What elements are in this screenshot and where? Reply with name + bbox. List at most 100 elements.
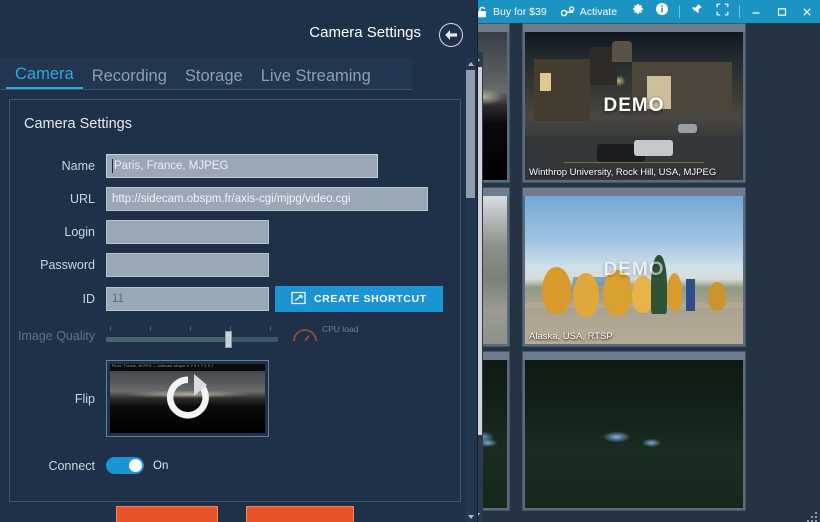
toolbar-divider-1: [678, 5, 680, 18]
url-input[interactable]: http://sidecam.obspm.fr/axis-cgi/mjpg/vi…: [106, 187, 428, 211]
back-button[interactable]: [439, 23, 463, 47]
url-label: URL: [69, 192, 95, 206]
flip-preview[interactable]: Paris, France, MJPEG — sidecam.obspm.fr …: [106, 360, 269, 437]
settings-panel: Camera Settings Name Paris, France, MJPE…: [9, 99, 461, 502]
info-icon: [655, 2, 669, 21]
tab-live-streaming[interactable]: Live Streaming: [252, 67, 380, 90]
slider-track: [106, 337, 278, 342]
id-value: 11: [112, 293, 124, 305]
id-input[interactable]: 11: [106, 287, 269, 311]
demo-watermark: DEMO: [603, 259, 665, 280]
camera-feed: DEMO Alaska, USA, RTSP: [525, 196, 743, 344]
chevron-up-icon: [467, 61, 474, 66]
close-icon: [803, 7, 811, 16]
id-label: ID: [82, 292, 96, 306]
tile-toolbar: [523, 24, 745, 32]
login-label: Login: [64, 225, 95, 239]
flip-label: Flip: [74, 391, 95, 406]
maximize-icon: [777, 7, 786, 16]
fullscreen-icon: [716, 3, 729, 21]
password-label: Password: [40, 258, 95, 272]
connect-toggle[interactable]: [106, 457, 144, 474]
settings-tabs: Camera Recording Storage Live Streaming: [0, 58, 412, 90]
minimize-button[interactable]: [744, 0, 769, 23]
dialog-scroll-down[interactable]: [465, 511, 476, 522]
camera-feed: DEMO Winthrop University, Rock Hill, USA…: [525, 32, 743, 180]
buy-button[interactable]: Buy for $39: [470, 0, 554, 23]
field-row-url: URL http://sidecam.obspm.fr/axis-cgi/mjp…: [10, 187, 460, 211]
cancel-button[interactable]: [246, 506, 354, 522]
demo-watermark: DEMO: [603, 95, 665, 116]
shortcut-icon: [291, 291, 306, 308]
save-button[interactable]: [116, 506, 218, 522]
camera-caption: Winthrop University, Rock Hill, USA, MJP…: [529, 167, 717, 178]
url-value: http://sidecam.obspm.fr/axis-cgi/mjpg/vi…: [112, 193, 351, 205]
resize-grip[interactable]: [807, 509, 817, 522]
camera-tile-winthrop[interactable]: DEMO Winthrop University, Rock Hill, USA…: [522, 23, 746, 183]
tab-recording[interactable]: Recording: [83, 67, 176, 90]
window-titlebar: Buy for $39 Activate: [470, 0, 820, 23]
dialog-scrollbar[interactable]: [465, 58, 476, 522]
cpu-load-label: CPU load: [322, 324, 359, 334]
image-quality-label: Image Quality: [18, 329, 96, 343]
slider-fill: [106, 337, 232, 342]
settings-button[interactable]: [624, 0, 649, 23]
toolbar-divider-2: [738, 5, 740, 18]
text-caret: [112, 159, 113, 173]
tile-toolbar: [523, 188, 745, 196]
field-row-id: ID 11 CREATE SHORTCUT: [10, 286, 460, 312]
lock-icon: [477, 6, 488, 18]
connect-state-label: On: [153, 459, 169, 472]
main-app-window: Buy for $39 Activate DEMO Winthrop Unive…: [470, 0, 820, 522]
slider-handle[interactable]: [225, 331, 232, 348]
shortcut-label: CREATE SHORTCUT: [314, 293, 427, 305]
connect-label: Connect: [48, 458, 95, 473]
gauge-icon: [292, 326, 318, 348]
app-root: Buy for $39 Activate DEMO Winthrop Unive…: [0, 0, 820, 522]
camera-grid: DEMO Winthrop University, Rock Hill, USA…: [470, 23, 820, 522]
chevron-down-icon: [467, 514, 474, 519]
camera-settings-dialog: Camera Settings Camera Recording Storage…: [0, 0, 478, 522]
image-quality-slider[interactable]: [106, 326, 278, 348]
dialog-scroll-thumb[interactable]: [466, 70, 475, 198]
camera-feed: [525, 360, 743, 508]
buy-label: Buy for $39: [493, 5, 547, 18]
login-input[interactable]: [106, 220, 269, 244]
tab-storage[interactable]: Storage: [176, 67, 252, 90]
close-button[interactable]: [795, 0, 820, 23]
activate-label: Activate: [579, 5, 618, 18]
activate-button[interactable]: Activate: [554, 0, 624, 23]
camera-column-main: DEMO Winthrop University, Rock Hill, USA…: [522, 23, 746, 511]
name-label: Name: [61, 159, 95, 173]
gear-icon: [630, 2, 644, 21]
field-row-name: Name Paris, France, MJPEG: [10, 154, 460, 178]
camera-tile-extra[interactable]: [522, 351, 746, 511]
key-icon: [560, 6, 575, 17]
tile-toolbar: [523, 352, 745, 360]
dialog-scroll-up[interactable]: [465, 58, 476, 69]
camera-caption: Alaska, USA, RTSP: [529, 331, 613, 342]
name-input[interactable]: Paris, France, MJPEG: [106, 154, 378, 178]
tab-camera[interactable]: Camera: [6, 65, 83, 89]
name-value: Paris, France, MJPEG: [114, 160, 229, 172]
cpu-load-indicator: CPU load: [292, 324, 359, 348]
flip-preview-image: Paris, France, MJPEG — sidecam.obspm.fr …: [110, 364, 265, 433]
field-row-flip: Flip Paris, France, MJPEG — sidecam.obsp…: [10, 360, 460, 437]
info-button[interactable]: [649, 0, 674, 23]
dialog-title: Camera Settings: [309, 24, 421, 41]
pin-button[interactable]: [684, 0, 709, 23]
field-row-password: Password: [10, 253, 460, 277]
field-row-image-quality: Image Quality CPU load: [10, 324, 460, 348]
dialog-actions: [0, 504, 478, 522]
slider-ticks: [106, 326, 278, 333]
dialog-header: Camera Settings: [0, 0, 477, 58]
fullscreen-button[interactable]: [709, 0, 734, 23]
password-input[interactable]: [106, 253, 269, 277]
back-arrow-icon: [445, 30, 457, 40]
toggle-knob: [129, 459, 142, 472]
create-shortcut-button[interactable]: CREATE SHORTCUT: [275, 286, 443, 312]
section-title: Camera Settings: [24, 116, 132, 132]
pin-icon: [690, 3, 703, 21]
maximize-button[interactable]: [769, 0, 794, 23]
camera-tile-alaska[interactable]: DEMO Alaska, USA, RTSP: [522, 187, 746, 347]
